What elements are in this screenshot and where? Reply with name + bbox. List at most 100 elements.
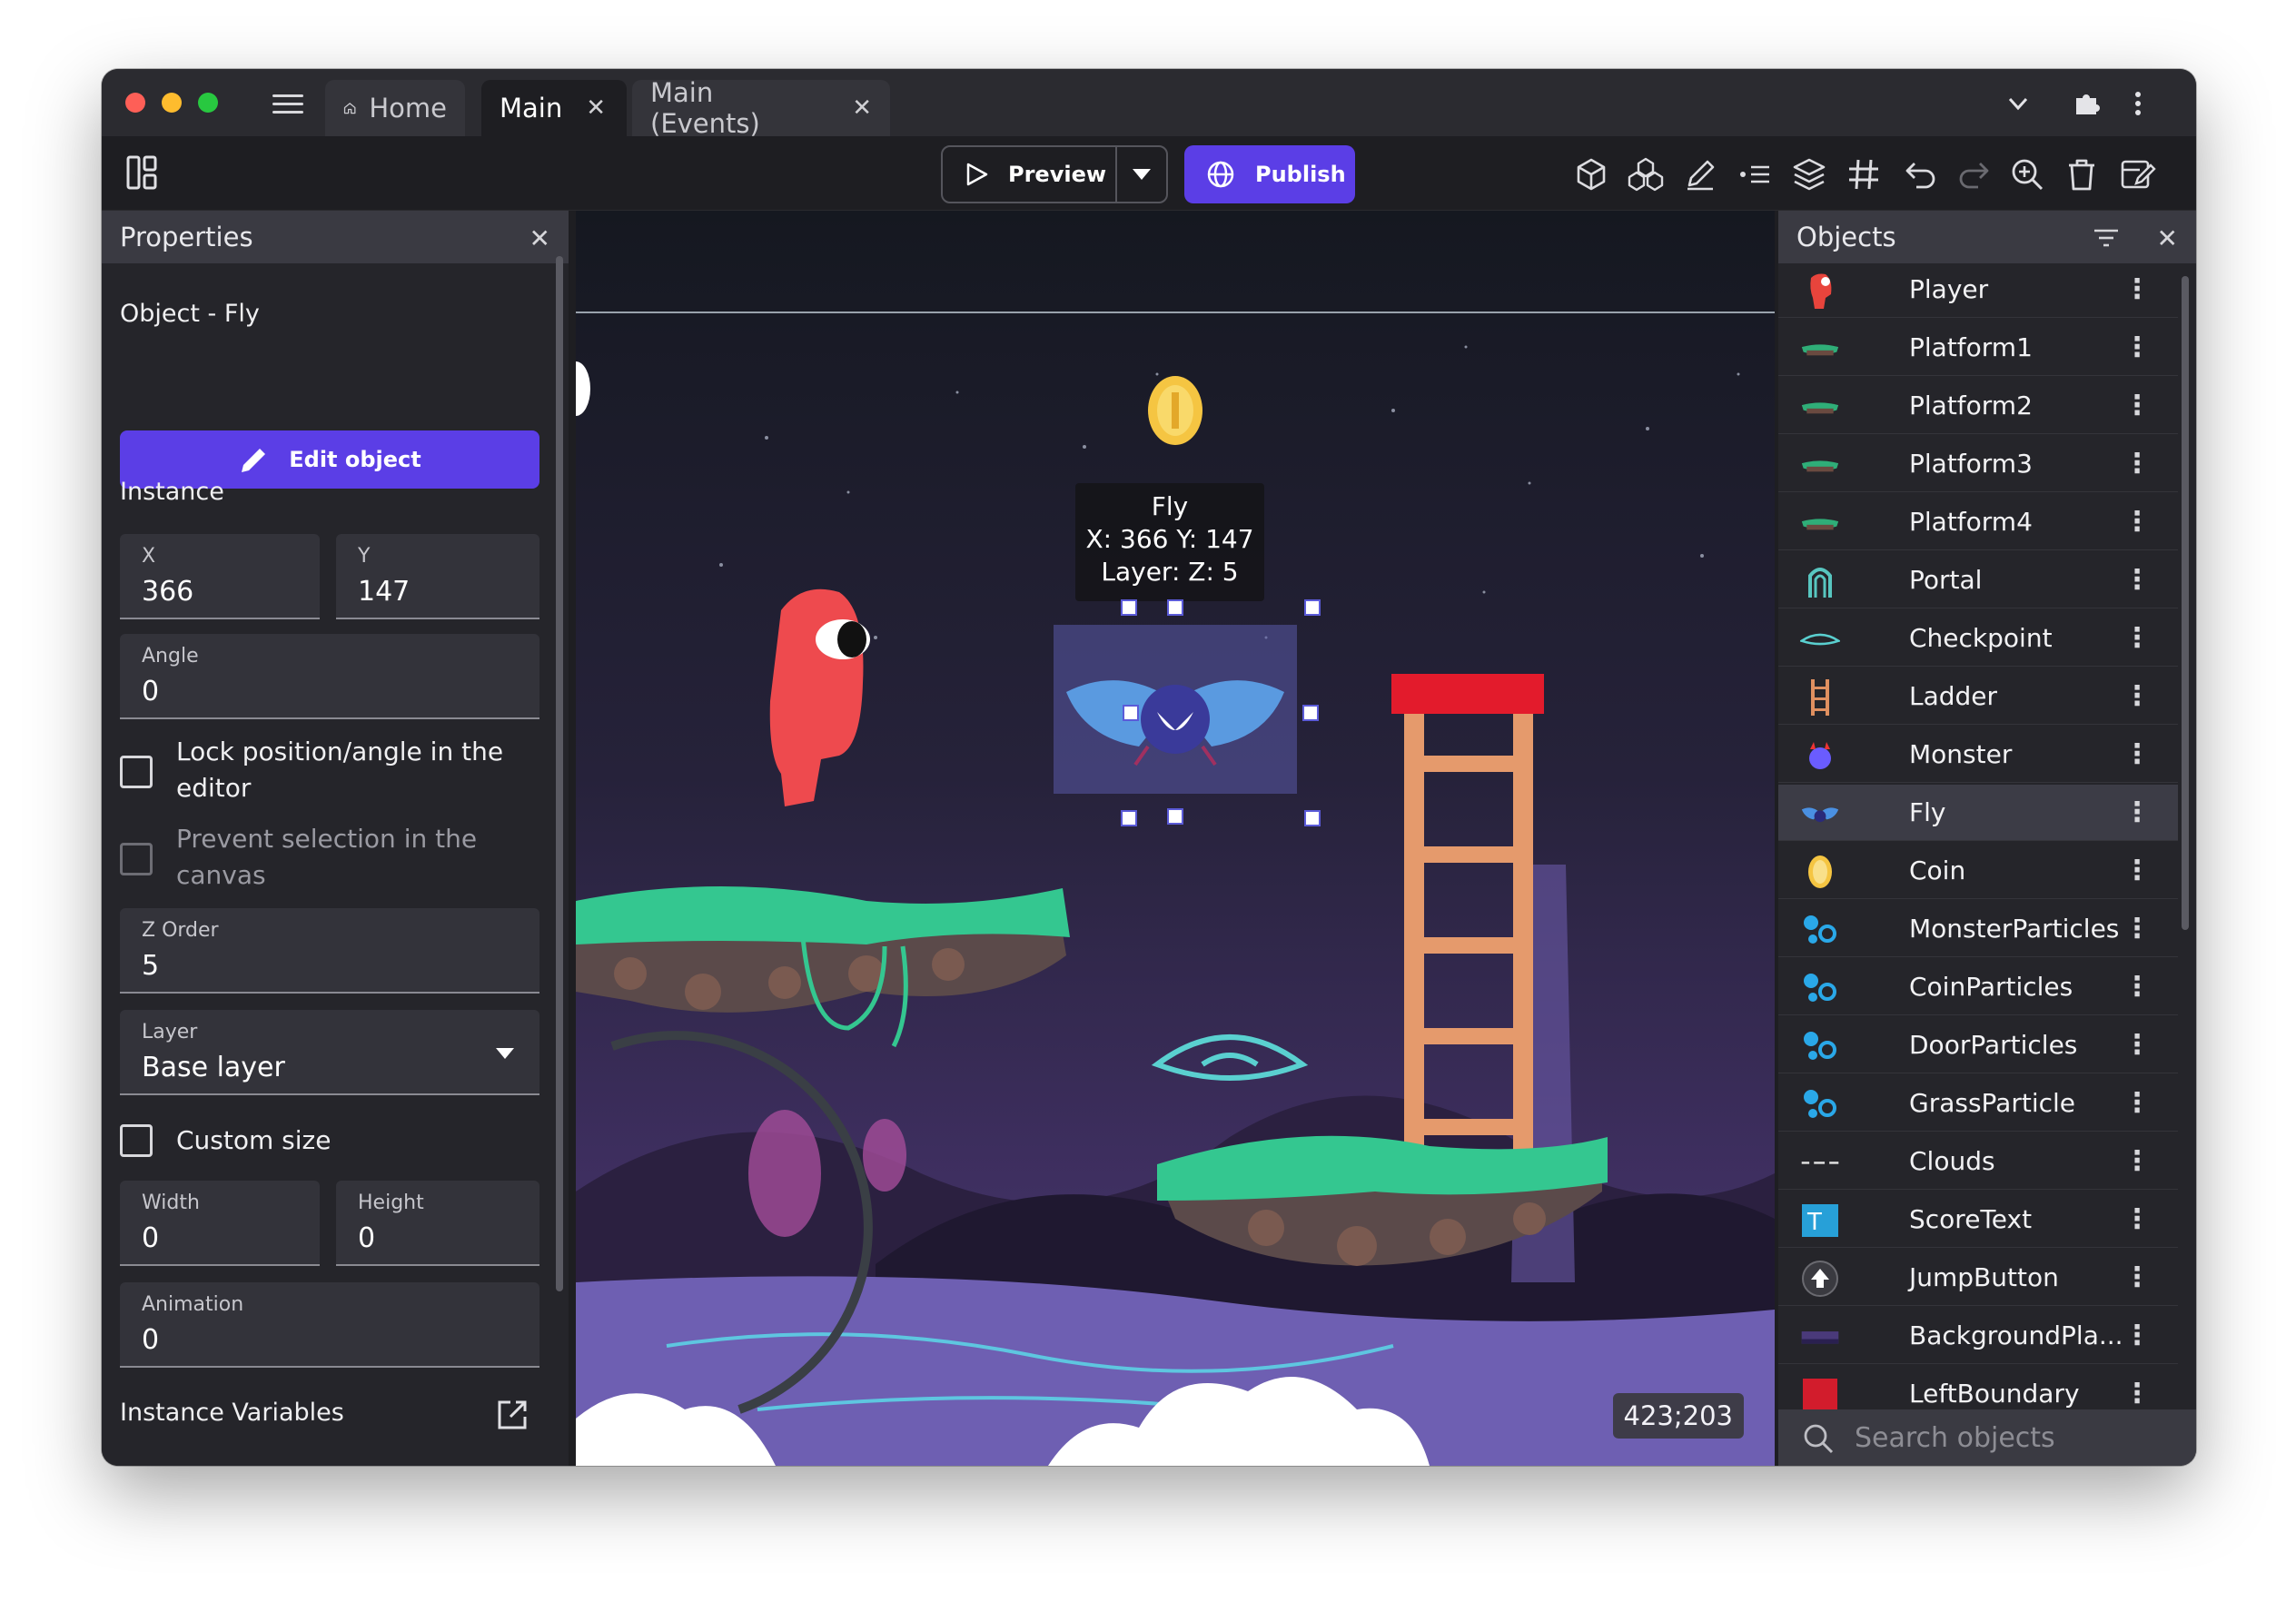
more-vert-icon[interactable]: ⋮ [2123, 913, 2151, 944]
more-vert-icon[interactable]: ⋮ [2123, 506, 2151, 538]
tab-main[interactable]: Main ✕ [481, 80, 627, 136]
edit-layout-icon[interactable] [2120, 156, 2156, 193]
object-item-ladder[interactable]: Ladder ⋮ [1778, 668, 2178, 725]
object-item-portal[interactable]: Portal ⋮ [1778, 552, 2178, 608]
delete-icon[interactable] [2063, 156, 2100, 193]
more-vert-icon[interactable]: ⋮ [2123, 273, 2151, 305]
resize-handle[interactable] [1167, 808, 1183, 825]
object-item-monster[interactable]: Monster ⋮ [1778, 727, 2178, 783]
more-vert-icon[interactable]: ⋮ [2123, 622, 2151, 654]
height-field[interactable]: Height 0 [336, 1181, 539, 1266]
more-vert-icon[interactable]: ⋮ [2123, 1320, 2151, 1351]
open-external-icon[interactable] [494, 1397, 530, 1433]
object-item-doorparticles[interactable]: DoorParticles ⋮ [1778, 1017, 2178, 1073]
object-item-coinparticles[interactable]: CoinParticles ⋮ [1778, 959, 2178, 1015]
play-icon [966, 163, 988, 186]
publish-button[interactable]: Publish [1184, 145, 1355, 203]
layout-icon[interactable] [125, 154, 158, 191]
more-vert-icon[interactable]: ⋮ [2123, 1203, 2151, 1235]
close-icon[interactable]: ✕ [586, 94, 606, 122]
more-vert-icon[interactable]: ⋮ [2123, 680, 2151, 712]
y-field[interactable]: Y 147 [336, 534, 539, 619]
object-item-platform2[interactable]: Platform2 ⋮ [1778, 378, 2178, 434]
custom-size-checkbox[interactable] [120, 1124, 153, 1157]
resize-handle[interactable] [1121, 810, 1137, 826]
redo-icon[interactable] [1956, 156, 1993, 193]
more-vert-icon[interactable]: ⋮ [2123, 564, 2151, 596]
object-item-coin[interactable]: Coin ⋮ [1778, 843, 2178, 899]
more-vert-icon[interactable]: ⋮ [2123, 1145, 2151, 1177]
menu-icon[interactable] [272, 89, 303, 116]
object-groups-icon[interactable] [1628, 156, 1664, 193]
more-vert-icon[interactable]: ⋮ [2123, 1087, 2151, 1119]
edit-pencil-icon[interactable] [1682, 156, 1718, 193]
player-icon [1800, 271, 1840, 311]
preview-options-button[interactable] [1117, 169, 1166, 180]
more-vert-icon[interactable]: ⋮ [2123, 738, 2151, 770]
object-item-platform3[interactable]: Platform3 ⋮ [1778, 436, 2178, 492]
object-item-fly[interactable]: Fly ⋮ [1778, 785, 2178, 841]
resize-handle[interactable] [1167, 599, 1183, 616]
undo-icon[interactable] [1902, 156, 1938, 193]
filter-icon[interactable] [2093, 227, 2120, 249]
more-vert-icon[interactable]: ⋮ [2123, 448, 2151, 480]
more-vert-icon[interactable]: ⋮ [2123, 855, 2151, 886]
resize-handle[interactable] [1304, 810, 1321, 826]
more-vert-icon[interactable]: ⋮ [2123, 390, 2151, 421]
resize-handle[interactable] [1123, 705, 1139, 721]
scene-canvas[interactable]: Fly X: 366 Y: 147 Layer: Z: 5 423;203 [576, 211, 1775, 1466]
close-icon[interactable]: ✕ [529, 223, 550, 253]
prevent-selection-checkbox[interactable] [120, 843, 153, 875]
object-item-jumpbutton[interactable]: JumpButton ⋮ [1778, 1250, 2178, 1306]
object-item-checkpoint[interactable]: Checkpoint ⋮ [1778, 610, 2178, 667]
lock-position-checkbox[interactable] [120, 756, 153, 788]
preview-button[interactable]: Preview [943, 147, 1117, 202]
close-icon[interactable]: ✕ [2157, 223, 2178, 253]
close-icon[interactable]: ✕ [852, 94, 872, 122]
resize-handle[interactable] [1304, 599, 1321, 616]
object-item-player[interactable]: Player ⋮ [1778, 262, 2178, 318]
z-order-field[interactable]: Z Order 5 [120, 908, 539, 994]
more-vert-icon[interactable]: ⋮ [2123, 1029, 2151, 1061]
resize-handle[interactable] [1302, 705, 1319, 721]
zoom-icon[interactable] [2009, 156, 2045, 193]
layers-icon[interactable] [1791, 156, 1827, 193]
object-item-monsterparticles[interactable]: MonsterParticles ⋮ [1778, 901, 2178, 957]
minimize-window-button[interactable] [162, 93, 182, 113]
grid-icon[interactable] [1846, 156, 1882, 193]
objects-scrollbar[interactable] [2182, 276, 2189, 930]
object-name: Player [1909, 274, 1989, 304]
more-vert-icon[interactable]: ⋮ [2123, 971, 2151, 1003]
more-vert-icon[interactable]: ⋮ [2123, 1261, 2151, 1293]
more-vert-icon[interactable]: ⋮ [2123, 331, 2151, 363]
more-vert-icon[interactable]: ⋮ [2123, 796, 2151, 828]
close-window-button[interactable] [125, 93, 145, 113]
object-item-clouds[interactable]: Clouds ⋮ [1778, 1133, 2178, 1190]
more-vert-icon[interactable] [2122, 87, 2154, 120]
tab-main-events[interactable]: Main (Events) ✕ [632, 77, 890, 139]
lock-position-label: Lock position/angle in the editor [176, 737, 504, 803]
x-field[interactable]: X 366 [120, 534, 320, 619]
object-item-scoretext[interactable]: T ScoreText ⋮ [1778, 1192, 2178, 1248]
properties-panel: Properties ✕ Object - Fly Edit object In… [102, 211, 569, 1466]
object-item-backgroundpla[interactable]: BackgroundPla... ⋮ [1778, 1308, 2178, 1364]
object-item-platform4[interactable]: Platform4 ⋮ [1778, 494, 2178, 550]
angle-field[interactable]: Angle 0 [120, 634, 539, 719]
object-3d-icon[interactable] [1573, 156, 1609, 193]
maximize-window-button[interactable] [198, 93, 218, 113]
more-vert-icon[interactable]: ⋮ [2123, 1378, 2151, 1409]
object-item-grassparticle[interactable]: GrassParticle ⋮ [1778, 1075, 2178, 1132]
angle-label: Angle [142, 645, 199, 668]
tab-home[interactable]: Home [325, 80, 465, 136]
width-field[interactable]: Width 0 [120, 1181, 320, 1266]
animation-field[interactable]: Animation 0 [120, 1282, 539, 1368]
extensions-icon[interactable] [2071, 87, 2103, 120]
chevron-down-icon[interactable] [2002, 87, 2034, 120]
properties-scrollbar[interactable] [556, 256, 563, 1291]
instance-tooltip: Fly X: 366 Y: 147 Layer: Z: 5 [1075, 483, 1264, 601]
object-item-platform1[interactable]: Platform1 ⋮ [1778, 320, 2178, 376]
resize-handle[interactable] [1121, 599, 1137, 616]
layer-select[interactable]: Layer Base layer [120, 1010, 539, 1095]
properties-list-icon[interactable] [1737, 156, 1773, 193]
search-objects-input[interactable] [1855, 1420, 2163, 1455]
